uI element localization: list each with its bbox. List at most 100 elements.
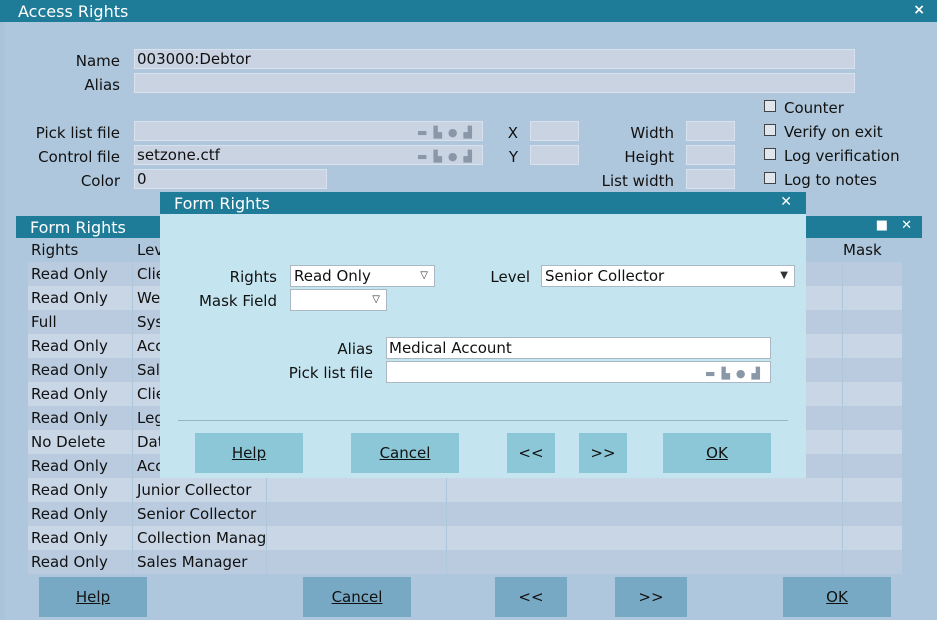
next-button[interactable]: >> — [615, 577, 687, 617]
y-label: Y — [508, 148, 518, 166]
rights-cell[interactable]: Read Only — [28, 526, 132, 550]
level-cell[interactable]: Junior Collector — [133, 478, 266, 502]
folder-icon[interactable]: ▬ — [705, 367, 721, 380]
level-cell[interactable]: Sales Manager — [133, 550, 266, 574]
mask-field-cell[interactable] — [843, 358, 902, 382]
alias-field[interactable] — [134, 73, 855, 93]
rights-cell[interactable]: Read Only — [28, 358, 132, 382]
dialog-alias-field[interactable]: Medical Account — [386, 337, 771, 359]
rights-cell[interactable]: Read Only — [28, 550, 132, 574]
clear-icon[interactable]: ● — [448, 150, 464, 163]
dialog-previous-button[interactable]: << — [507, 433, 555, 473]
clear-icon[interactable]: ● — [736, 367, 752, 380]
chevron-down-icon[interactable]: ▽ — [420, 266, 428, 286]
close-icon[interactable]: × — [913, 2, 925, 18]
picklist-field[interactable]: ▬▙●▟ — [134, 121, 483, 141]
maximize-icon[interactable]: ■ — [876, 218, 888, 233]
rights-cell[interactable]: Full — [28, 310, 132, 334]
col4-cell[interactable] — [447, 502, 842, 526]
rights-select[interactable]: Read Only ▽ — [290, 265, 435, 287]
rights-cell[interactable]: Read Only — [28, 478, 132, 502]
verify-on-exit-checkbox[interactable]: Verify on exit — [764, 123, 883, 141]
mask-field-cell[interactable] — [843, 478, 902, 502]
level-cell[interactable]: Collection Manage — [133, 526, 266, 550]
rights-cell[interactable]: Read Only — [28, 406, 132, 430]
rights-cell[interactable]: Read Only — [28, 262, 132, 286]
dialog-help-label: Help — [231, 444, 267, 462]
mask-field-select[interactable]: ▽ — [290, 289, 387, 311]
rights-cell[interactable]: Read Only — [28, 502, 132, 526]
mask-field-cell[interactable] — [843, 406, 902, 430]
close-icon[interactable]: ✕ — [901, 218, 912, 233]
table-row[interactable]: Read Only Junior Collector — [28, 478, 902, 502]
counter-checkbox[interactable]: Counter — [764, 99, 844, 117]
col3-cell[interactable] — [267, 478, 446, 502]
print-icon[interactable]: ▙ — [433, 150, 447, 163]
col3-cell[interactable] — [267, 526, 446, 550]
mask-field-cell[interactable] — [843, 526, 902, 550]
log-verification-checkbox[interactable]: Log verification — [764, 147, 900, 165]
log-to-notes-checkbox[interactable]: Log to notes — [764, 171, 877, 189]
name-field[interactable]: 003000:Debtor — [134, 49, 855, 69]
print-icon[interactable]: ▙ — [721, 367, 735, 380]
header-mask-field[interactable]: Mask Fie — [843, 238, 902, 283]
cancel-label: Cancel — [331, 588, 383, 606]
folder-icon[interactable]: ▬ — [417, 150, 433, 163]
col4-cell[interactable] — [447, 478, 842, 502]
width-field[interactable] — [686, 121, 735, 141]
level-label: Level — [490, 268, 530, 286]
rights-cell[interactable]: Read Only — [28, 382, 132, 406]
mask-field-cell[interactable] — [843, 262, 902, 286]
col4-cell[interactable] — [447, 526, 842, 550]
col3-cell[interactable] — [267, 502, 446, 526]
ok-button[interactable]: OK — [783, 577, 891, 617]
control-field[interactable]: setzone.ctf ▬▙●▟ — [134, 145, 483, 165]
rights-cell[interactable]: Read Only — [28, 286, 132, 310]
mask-field-cell[interactable] — [843, 310, 902, 334]
mask-field-cell[interactable] — [843, 550, 902, 574]
cancel-button[interactable]: Cancel — [303, 577, 411, 617]
color-field[interactable]: 0 — [134, 169, 327, 189]
previous-label: << — [518, 588, 544, 606]
height-field[interactable] — [686, 145, 735, 165]
rights-cell[interactable]: No Delete — [28, 430, 132, 454]
table-row[interactable]: Read Only Senior Collector — [28, 502, 902, 526]
header-rights[interactable]: Rights — [28, 238, 132, 262]
search-icon[interactable]: ▟ — [464, 126, 478, 139]
mask-field-cell[interactable] — [843, 382, 902, 406]
table-row[interactable]: Read Only Sales Manager — [28, 550, 902, 574]
dialog-ok-button[interactable]: OK — [663, 433, 771, 473]
counter-label: Counter — [784, 99, 844, 117]
mask-field-cell[interactable] — [843, 454, 902, 478]
previous-button[interactable]: << — [495, 577, 567, 617]
height-label: Height — [624, 148, 674, 166]
mask-field-cell[interactable] — [843, 334, 902, 358]
x-field[interactable] — [530, 121, 579, 141]
col4-cell[interactable] — [447, 550, 842, 574]
mask-field-label: Mask Field — [198, 292, 277, 310]
col3-cell[interactable] — [267, 550, 446, 574]
close-icon[interactable]: ✕ — [780, 194, 792, 210]
chevron-down-icon[interactable]: ▼ — [780, 266, 788, 286]
folder-icon[interactable]: ▬ — [417, 126, 433, 139]
clear-icon[interactable]: ● — [448, 126, 464, 139]
chevron-down-icon[interactable]: ▽ — [372, 290, 380, 310]
search-icon[interactable]: ▟ — [752, 367, 766, 380]
level-select[interactable]: Senior Collector ▼ — [541, 265, 795, 287]
mask-field-cell[interactable] — [843, 502, 902, 526]
dialog-next-button[interactable]: >> — [579, 433, 627, 473]
dialog-help-button[interactable]: Help — [195, 433, 303, 473]
table-row[interactable]: Read Only Collection Manage — [28, 526, 902, 550]
level-cell[interactable]: Senior Collector — [133, 502, 266, 526]
search-icon[interactable]: ▟ — [464, 150, 478, 163]
y-field[interactable] — [530, 145, 579, 165]
rights-cell[interactable]: Read Only — [28, 334, 132, 358]
dialog-picklist-field[interactable]: ▬▙●▟ — [386, 361, 771, 383]
print-icon[interactable]: ▙ — [433, 126, 447, 139]
listwidth-field[interactable] — [686, 169, 735, 189]
mask-field-cell[interactable] — [843, 430, 902, 454]
rights-cell[interactable]: Read Only — [28, 454, 132, 478]
dialog-cancel-button[interactable]: Cancel — [351, 433, 459, 473]
help-button[interactable]: Help — [39, 577, 147, 617]
mask-field-cell[interactable] — [843, 286, 902, 310]
